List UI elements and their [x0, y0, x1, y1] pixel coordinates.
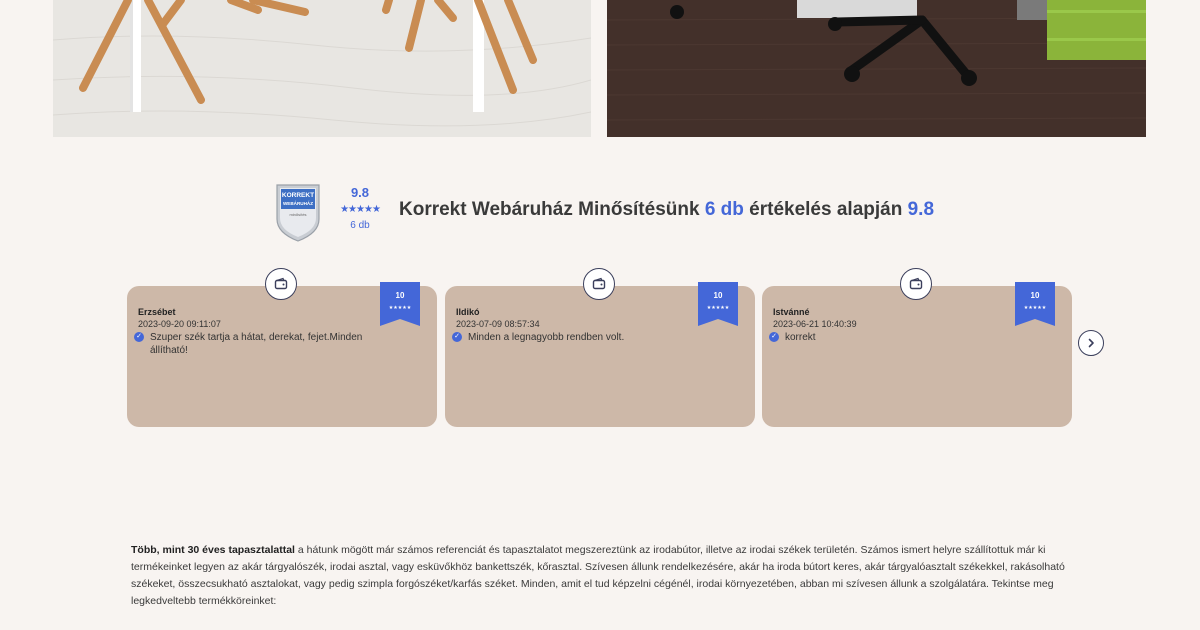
rating-title-middle: értékelés alapján	[743, 199, 908, 220]
score-box: 9.8 ★★★★★ 6 db	[330, 183, 390, 231]
rating-title-score: 9.8	[907, 199, 935, 220]
review-score: 10	[395, 291, 405, 300]
score-stars: ★★★★★	[340, 204, 381, 215]
review-date: 2023-07-09 08:57:34	[456, 319, 540, 329]
review-card: 10 ★★★★★ Ildikó 2023-07-09 08:57:34 ✓ Mi…	[445, 268, 755, 427]
check-circle-icon: ✓	[452, 332, 462, 342]
rating-title-count: 6 db	[704, 199, 744, 220]
korrekt-webaruhaz-badge[interactable]: KORREKT WEBÁRUHÁZ minősítés	[274, 183, 322, 243]
review-card: 10 ★★★★★ Istvánné 2023-06-21 10:40:39 ✓ …	[762, 268, 1072, 427]
rating-title: Korrekt Webáruház Minősítésünk 6 db érté…	[399, 199, 934, 221]
review-card: 10 ★★★★★ Erzsébet 2023-09-20 09:11:07 ✓ …	[127, 268, 437, 427]
reviewer-name: Ildikó	[456, 307, 480, 317]
rating-title-prefix: Korrekt Webáruház Minősítésünk	[399, 199, 705, 220]
rating-summary: KORREKT WEBÁRUHÁZ minősítés 9.8 ★★★★★ 6 …	[0, 183, 1200, 245]
about-bold: Több, mint 30 éves tapasztalattal	[131, 544, 295, 556]
review-date: 2023-06-21 10:40:39	[773, 319, 857, 329]
score-ribbon: 10 ★★★★★	[1015, 282, 1055, 326]
review-stars: ★★★★★	[706, 305, 730, 311]
score-ribbon: 10 ★★★★★	[380, 282, 420, 326]
review-stars: ★★★★★	[1023, 305, 1047, 311]
reviewer-name: Istvánné	[773, 307, 810, 317]
review-score: 10	[1030, 291, 1040, 300]
review-text: korrekt	[785, 332, 816, 343]
carousel-next-button[interactable]	[1078, 330, 1104, 356]
reviewer-name: Erzsébet	[138, 307, 176, 317]
score-value: 9.8	[350, 185, 370, 200]
review-stars: ★★★★★	[388, 305, 412, 311]
badge-line3: minősítés	[289, 212, 306, 217]
score-count: 6 db	[350, 220, 370, 231]
wallet-icon	[900, 268, 932, 300]
wallet-icon	[583, 268, 615, 300]
badge-line1: KORREKT	[282, 192, 314, 199]
about-paragraph: Több, mint 30 éves tapasztalattal a hátu…	[131, 542, 1071, 610]
check-circle-icon: ✓	[134, 332, 144, 342]
review-text: Szuper szék tartja a hátat, derekat, fej…	[150, 332, 363, 356]
chevron-right-icon	[1088, 338, 1094, 348]
review-date: 2023-09-20 09:11:07	[138, 319, 221, 329]
wallet-icon	[265, 268, 297, 300]
review-score: 10	[713, 291, 723, 300]
score-ribbon: 10 ★★★★★	[698, 282, 738, 326]
photo-office-chair	[607, 0, 1146, 137]
photo-chairs-carpet	[53, 0, 591, 137]
badge-line2: WEBÁRUHÁZ	[283, 200, 313, 206]
check-circle-icon: ✓	[769, 332, 779, 342]
review-text: Minden a legnagyobb rendben volt.	[468, 332, 625, 343]
